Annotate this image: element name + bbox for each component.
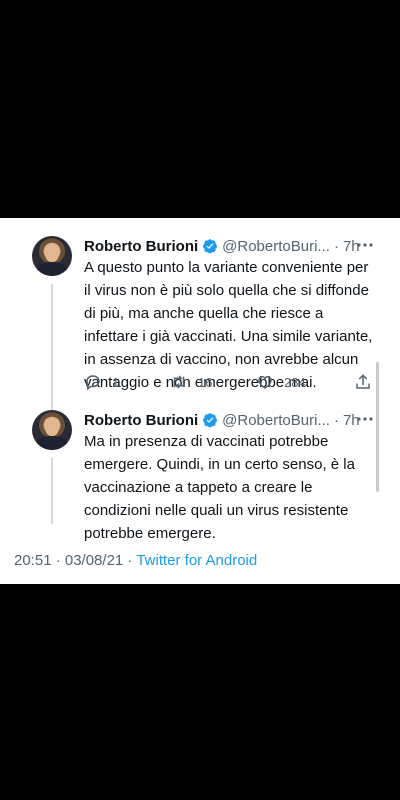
tweet-text: Ma in presenza di vaccinati potrebbe eme… [84, 433, 355, 542]
tweet-header: Roberto Burioni @RobertoBuri... · 7h [84, 411, 360, 429]
reply-icon [86, 375, 100, 391]
avatar[interactable] [32, 410, 72, 450]
avatar[interactable] [32, 236, 72, 276]
author-name[interactable]: Roberto Burioni [84, 238, 198, 255]
tweet-2[interactable]: Roberto Burioni @RobertoBuri... · 7h Ma … [0, 410, 400, 542]
author-handle[interactable]: @RobertoBuri... [222, 238, 330, 255]
retweet-icon [173, 375, 185, 389]
verified-badge-icon [203, 239, 218, 254]
more-icon[interactable] [356, 412, 374, 426]
more-icon[interactable] [356, 238, 374, 252]
tweet-header: Roberto Burioni @RobertoBuri... · 7h [84, 237, 360, 255]
tweet-meta: 20:51 · 03/08/21 · Twitter for Android [14, 552, 257, 569]
author-handle[interactable]: @RobertoBuri... [222, 412, 330, 429]
share-icon [356, 374, 370, 389]
verified-badge-icon [203, 413, 218, 428]
reply-count: 1 [112, 374, 120, 390]
author-name[interactable]: Roberto Burioni [84, 412, 198, 429]
tweet-actions: 1 16 284 [84, 370, 374, 394]
like-count: 284 [284, 374, 306, 390]
source-link[interactable]: Twitter for Android [136, 552, 257, 569]
thread-line [51, 458, 53, 524]
reply-button[interactable]: 1 [84, 370, 119, 394]
like-icon [258, 375, 272, 389]
like-button[interactable]: 284 [256, 370, 306, 394]
share-button[interactable] [354, 370, 372, 394]
retweet-button[interactable]: 16 [170, 370, 212, 394]
tweet-1[interactable]: Roberto Burioni @RobertoBuri... · 7h A q… [0, 236, 400, 424]
retweet-count: 16 [198, 374, 213, 390]
timestamp: 20:51 · 03/08/21 · [14, 552, 137, 569]
thread-line [51, 284, 53, 424]
